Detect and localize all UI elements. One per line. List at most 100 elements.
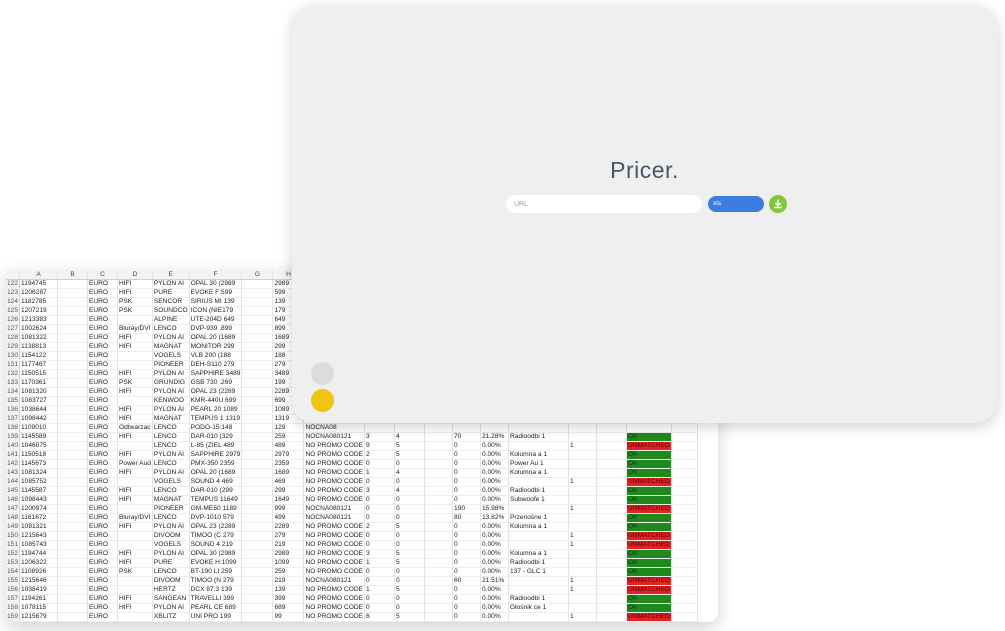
url-input[interactable] [506,195,702,213]
table-cell: NO PROMO CODE [303,486,365,496]
table-cell [241,585,274,595]
table-cell: VOGELS [152,351,190,361]
table-cell: 0 [364,459,395,469]
table-cell [424,558,453,568]
table-cell [241,315,274,325]
table-cell [424,450,453,460]
table-cell: UNMATCHED [626,612,672,622]
table-cell: EURO [87,567,119,577]
table-cell: 0 [394,576,425,586]
table-cell: HIFI [117,414,153,424]
table-cell: 0 [364,540,395,550]
table-cell: NOCNA080121 [303,513,365,523]
row-number: 126 [6,315,20,325]
table-row: 156 1038419 EURO HERTZ DCX 87.3 139 139 NO PRO… [6,585,698,595]
table-cell: GM-ME50 1189 [189,504,243,514]
table-cell: PYLON AI [152,549,190,559]
column-header: C [87,270,119,280]
table-row: 139 1145589 EURO HIFI LENCO DAR-010 (329 259 NO… [6,432,698,442]
table-cell [57,351,89,361]
table-cell [671,531,698,541]
table-cell: SOUND 4 219 [189,540,243,550]
table-cell: 1078115 [19,603,59,613]
table-cell: OPAL 30 (2989 [189,549,243,559]
table-cell: OK [626,594,672,604]
table-cell [424,441,453,451]
table-cell: NO PROMO CODE [303,567,365,577]
table-cell [57,603,89,613]
table-cell [480,423,509,433]
table-cell: EURO [87,306,119,316]
table-cell: 0 [452,522,481,532]
table-cell: 1150515 [19,369,59,379]
row-number: 153 [6,558,20,568]
table-cell: Nauszne B 1 [508,621,569,622]
table-cell: 0 [452,477,481,487]
table-row: 153 1206322 EURO HIFI PURE EVOKE H:1099 1099 NO… [6,558,698,568]
table-cell: 0.00% [480,450,509,460]
table-cell [596,522,627,532]
row-number: 141 [6,450,20,460]
row-number: 147 [6,504,20,514]
table-cell: 1 [568,540,597,550]
download-button[interactable] [769,195,787,213]
table-cell [671,468,698,478]
table-cell: 219 [272,540,305,550]
table-cell: Odtwarzac [117,423,153,433]
table-cell: 0 [364,477,395,487]
table-cell: PURE [152,558,190,568]
table-cell: 139 [272,585,305,595]
table-cell [57,324,89,334]
table-cell: 129 [272,423,305,433]
table-cell: Przenośne 1 [508,513,569,523]
table-cell: 41 [364,621,395,622]
table-cell [241,567,274,577]
table-cell [57,594,89,604]
table-row: 138 1109010 EURO Odtwarzac LENCO PODO-15:148 1… [6,423,698,433]
table-cell: 21.28% [480,432,509,442]
table-cell: NO PROMO CODE [303,612,365,622]
table-cell: NO PROMO CODE [303,531,365,541]
table-cell: MDR [117,621,153,622]
table-cell: HIFI [117,450,153,460]
table-cell: EURO [87,333,119,343]
dark-theme-toggle[interactable] [311,389,334,412]
table-cell: 0.00% [480,495,509,505]
table-cell [241,396,274,406]
table-cell [57,378,89,388]
table-cell: HIFI [117,603,153,613]
table-cell: PYLON AI [152,333,190,343]
table-cell: OK [626,621,672,622]
table-cell [424,621,453,622]
table-cell: 0 [394,513,425,523]
table-cell: PODO-15:148 [189,423,243,433]
table-cell: HIFI [117,342,153,352]
table-cell: 0 [452,549,481,559]
table-cell: 0 [364,576,395,586]
table-cell: HERTZ [152,585,190,595]
table-cell: 0 [364,504,395,514]
table-cell [241,423,274,433]
table-cell: 1 [568,531,597,541]
table-cell [671,441,698,451]
table-cell [241,477,274,487]
table-cell: EURO [87,540,119,550]
row-number: 142 [6,459,20,469]
table-cell [596,594,627,604]
format-select[interactable]: xls [708,196,764,212]
row-number: 136 [6,405,20,415]
table-cell: EURO [87,396,119,406]
table-cell: 0 [452,567,481,577]
table-cell: TIMOO (N 279 [189,576,243,586]
column-header: G [241,270,274,280]
table-cell: 469 [272,477,305,487]
table-cell: 1194745 [19,279,59,289]
row-number: 149 [6,522,20,532]
table-cell [596,450,627,460]
table-cell [241,459,274,469]
table-cell: 137 - GLC 1 [508,567,569,577]
light-theme-toggle[interactable] [311,362,334,385]
table-cell [117,531,153,541]
table-cell: EURO [87,603,119,613]
table-cell [57,369,89,379]
